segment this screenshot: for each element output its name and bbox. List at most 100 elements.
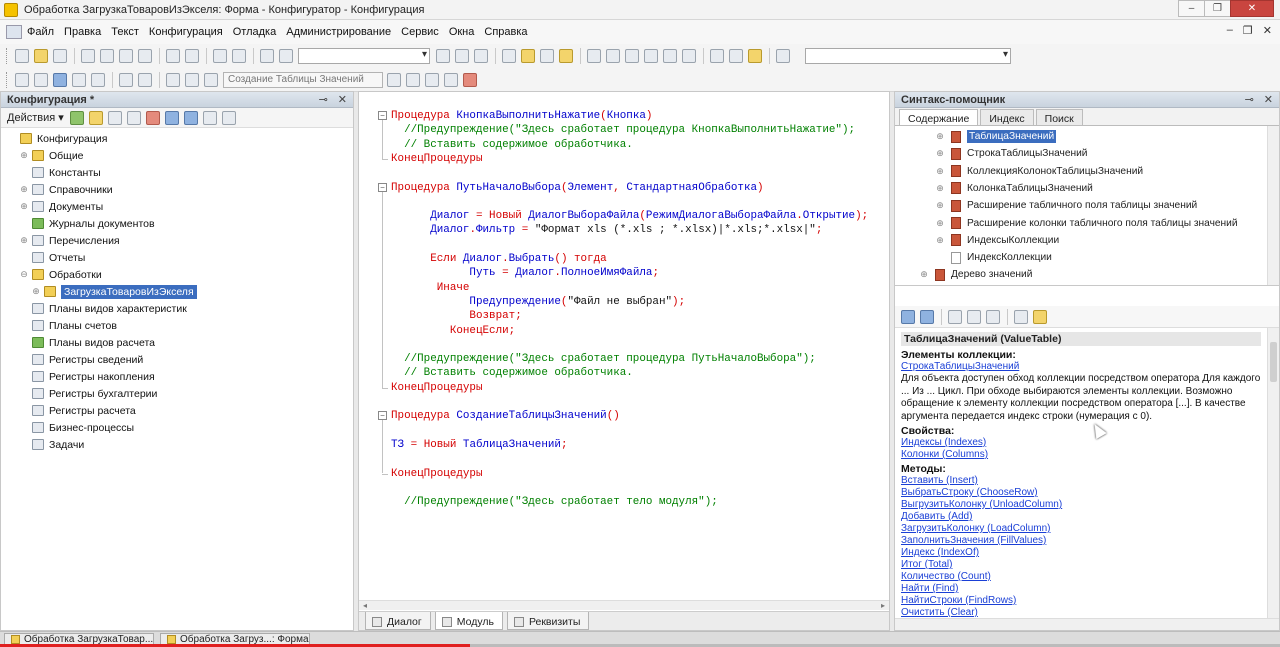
add-icon[interactable]	[69, 110, 84, 125]
form-icon[interactable]	[729, 49, 743, 63]
pin-icon[interactable]: ⊸	[1245, 93, 1254, 106]
close-button[interactable]: ✕	[1230, 0, 1274, 17]
tree-item[interactable]: Конфигурация	[1, 130, 353, 147]
tab-search[interactable]: Поиск	[1035, 109, 1083, 125]
method-link[interactable]: ВыгрузитьКолонку (UnloadColumn)	[901, 499, 1261, 511]
method-link[interactable]: Вставить (Insert)	[901, 475, 1261, 487]
filter-icon[interactable]	[221, 110, 236, 125]
delete-icon[interactable]	[138, 49, 152, 63]
find-in-help-icon[interactable]	[948, 309, 962, 324]
tree-item[interactable]: Регистры бухгалтерии	[1, 385, 353, 402]
syntax-tree-item[interactable]: ⊕ КоллекцияКолонокТаблицыЗначений	[935, 163, 1143, 180]
tab-dialog[interactable]: Диалог	[365, 612, 431, 630]
fold-toggle-icon[interactable]: −	[378, 411, 387, 421]
maximize-button[interactable]: ❐	[1204, 0, 1231, 17]
outdent-icon[interactable]	[72, 72, 86, 87]
menu-file[interactable]: Файл	[22, 26, 59, 38]
bookmark-prev-icon[interactable]	[682, 49, 696, 63]
format-icon[interactable]	[53, 72, 67, 87]
menu-edit[interactable]: Правка	[59, 26, 106, 38]
move-up-icon[interactable]	[164, 110, 179, 125]
tree-item[interactable]: Регистры сведений	[1, 351, 353, 368]
tree-expander-icon[interactable]: ⊕	[935, 166, 945, 177]
tree-expander-icon[interactable]: ⊕	[19, 150, 29, 161]
syntax-tree-scrollbar[interactable]	[1267, 126, 1279, 285]
comment-icon[interactable]	[119, 72, 133, 87]
syntax-tree-item[interactable]: ИндексКоллекции	[935, 249, 1052, 266]
syntax-check-icon[interactable]	[91, 72, 105, 87]
object-combo[interactable]	[805, 48, 1011, 64]
tree-item[interactable]: ⊕ Справочники	[1, 181, 353, 198]
expand-icon[interactable]	[166, 72, 180, 87]
scroll-left-icon[interactable]: ◂	[363, 601, 367, 610]
timer-icon[interactable]	[776, 49, 790, 63]
method-link[interactable]: ВыбратьСтроку (ChooseRow)	[901, 487, 1261, 499]
save-icon[interactable]	[53, 49, 67, 63]
undo-icon[interactable]	[213, 49, 227, 63]
menu-debug[interactable]: Отладка	[228, 26, 281, 38]
tree-item[interactable]: Задачи	[1, 436, 353, 453]
indent-icon[interactable]	[34, 72, 48, 87]
tree-expander-icon[interactable]: ⊕	[935, 148, 945, 159]
procedure-list-icon[interactable]	[606, 49, 620, 63]
module-structure-icon[interactable]	[587, 49, 601, 63]
home-icon[interactable]	[986, 309, 1000, 324]
tree-item[interactable]: Регистры расчета	[1, 402, 353, 419]
find-prev-icon[interactable]	[455, 49, 469, 63]
code-area[interactable]: Процедура КнопкаВыполнитьНажатие(Кнопка)…	[359, 92, 889, 600]
paste-icon[interactable]	[119, 49, 133, 63]
tree-expander-icon[interactable]: ⊕	[935, 200, 945, 211]
find-next-icon[interactable]	[436, 49, 450, 63]
menu-window-icon[interactable]	[6, 25, 22, 39]
toolbar-grip[interactable]	[6, 48, 9, 64]
property-link[interactable]: Колонки (Columns)	[901, 449, 1261, 461]
syntax-tree-item[interactable]: ⊕ Расширение табличного поля таблицы знач…	[935, 197, 1197, 214]
method-link[interactable]: Количество (Count)	[901, 571, 1261, 583]
method-link[interactable]: Индекс (IndexOf)	[901, 547, 1261, 559]
tree-item[interactable]: ⊕ Общие	[1, 147, 353, 164]
forward-icon[interactable]	[920, 309, 934, 324]
breakpoint-remove-icon[interactable]	[463, 72, 477, 87]
tree-item[interactable]: Бизнес-процессы	[1, 419, 353, 436]
procedure-icon[interactable]	[204, 72, 218, 87]
uncomment-icon[interactable]	[138, 72, 152, 87]
tree-item[interactable]: Планы видов расчета	[1, 334, 353, 351]
fold-toggle-icon[interactable]: −	[378, 111, 387, 120]
bookmark-icon[interactable]	[644, 49, 658, 63]
block-icon[interactable]	[15, 72, 29, 87]
print-icon[interactable]	[166, 49, 180, 63]
syntax-tree-item[interactable]: ⊕ Дерево значений	[919, 266, 1032, 283]
property-link[interactable]: Индексы (Indexes)	[901, 437, 1261, 449]
tree-item[interactable]: ⊖ Обработки	[1, 266, 353, 283]
syntax-tree-item[interactable]: ⊕ КолонкаТаблицыЗначений	[935, 180, 1093, 197]
tree-expander-icon[interactable]: ⊕	[935, 218, 945, 229]
procedure-field[interactable]: Создание Таблицы Значений	[223, 71, 383, 88]
replace-icon[interactable]	[474, 49, 488, 63]
method-link[interactable]: Добавить (Add)	[901, 511, 1261, 523]
method-link[interactable]: ЗагрузитьКолонку (LoadColumn)	[901, 523, 1261, 535]
scroll-thumb[interactable]	[1270, 342, 1277, 382]
move-down-icon[interactable]	[183, 110, 198, 125]
help-settings-icon[interactable]	[1033, 309, 1047, 324]
tree-expander-icon[interactable]: ⊖	[19, 269, 29, 280]
tree-item[interactable]: Планы счетов	[1, 317, 353, 334]
sync-icon[interactable]	[967, 309, 981, 324]
tree-expander-icon[interactable]: ⊕	[31, 286, 41, 297]
tree-expander-icon[interactable]: ⊕	[935, 131, 945, 142]
tab-index[interactable]: Индекс	[980, 109, 1034, 125]
mdi-close-button[interactable]: ✕	[1263, 24, 1272, 37]
tree-item[interactable]: ⊕ ЗагрузкаТоваровИзЭкселя	[1, 283, 353, 300]
help-icon[interactable]	[559, 49, 573, 63]
breakpoint-list-icon[interactable]	[444, 72, 458, 87]
collapse-icon[interactable]	[185, 72, 199, 87]
element-link[interactable]: СтрокаТаблицыЗначений	[901, 361, 1261, 373]
tab-attributes[interactable]: Реквизиты	[506, 612, 590, 630]
back-icon[interactable]	[901, 309, 915, 324]
find-icon[interactable]	[260, 49, 274, 63]
go-to-definition-icon[interactable]	[625, 49, 639, 63]
delete-item-icon[interactable]	[145, 110, 160, 125]
menu-configuration[interactable]: Конфигурация	[144, 26, 228, 38]
settings-icon[interactable]	[748, 49, 762, 63]
properties-icon[interactable]	[202, 110, 217, 125]
module-icon[interactable]	[406, 72, 420, 87]
